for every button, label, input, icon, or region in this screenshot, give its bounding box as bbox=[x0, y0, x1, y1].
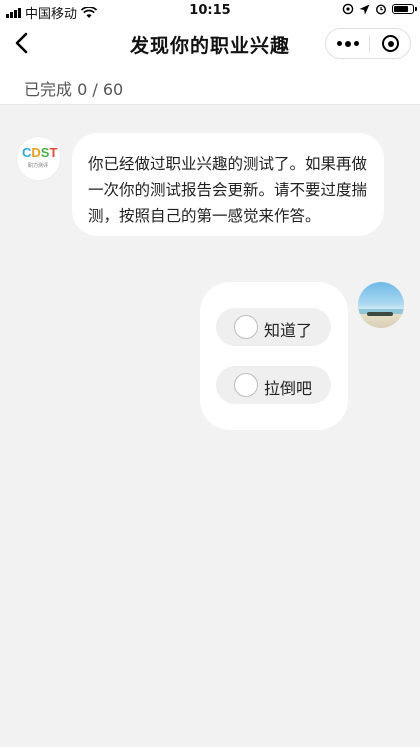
option-label: 拉倒吧 bbox=[264, 379, 313, 398]
battery-icon bbox=[392, 4, 417, 14]
location-lock-icon bbox=[342, 3, 354, 15]
option-decline[interactable]: 拉倒吧 bbox=[216, 366, 331, 404]
navigation-bar: 发现你的职业兴趣 bbox=[0, 22, 420, 66]
radio-circle-icon[interactable] bbox=[234, 315, 258, 339]
progress-text: 已完成 0 / 60 bbox=[24, 80, 124, 99]
progress-header: 已完成 0 / 60 bbox=[0, 66, 420, 105]
more-icon[interactable] bbox=[326, 29, 369, 58]
battery-fill bbox=[394, 6, 408, 12]
option-understood[interactable]: 知道了 bbox=[216, 308, 331, 346]
alarm-icon bbox=[375, 4, 387, 15]
navigation-arrow-icon bbox=[359, 4, 370, 14]
bot-avatar: CDST 职力测评 bbox=[17, 137, 60, 180]
logo-subtitle: 职力测评 bbox=[28, 163, 49, 169]
status-right bbox=[342, 3, 417, 15]
bot-message-bubble: 你已经做过职业兴趣的测试了。如果再做一次你的测试报告会更新。请不要过度揣测，按照… bbox=[72, 133, 384, 236]
answer-options-card: 知道了 拉倒吧 bbox=[200, 282, 348, 430]
cdst-logo: CDST bbox=[22, 145, 58, 160]
close-icon[interactable] bbox=[370, 29, 411, 58]
miniprogram-capsule bbox=[325, 28, 411, 59]
option-label: 知道了 bbox=[264, 321, 313, 340]
user-avatar bbox=[358, 282, 404, 328]
status-bar: 中国移动 10:15 bbox=[0, 0, 420, 22]
radio-circle-icon[interactable] bbox=[234, 373, 258, 397]
